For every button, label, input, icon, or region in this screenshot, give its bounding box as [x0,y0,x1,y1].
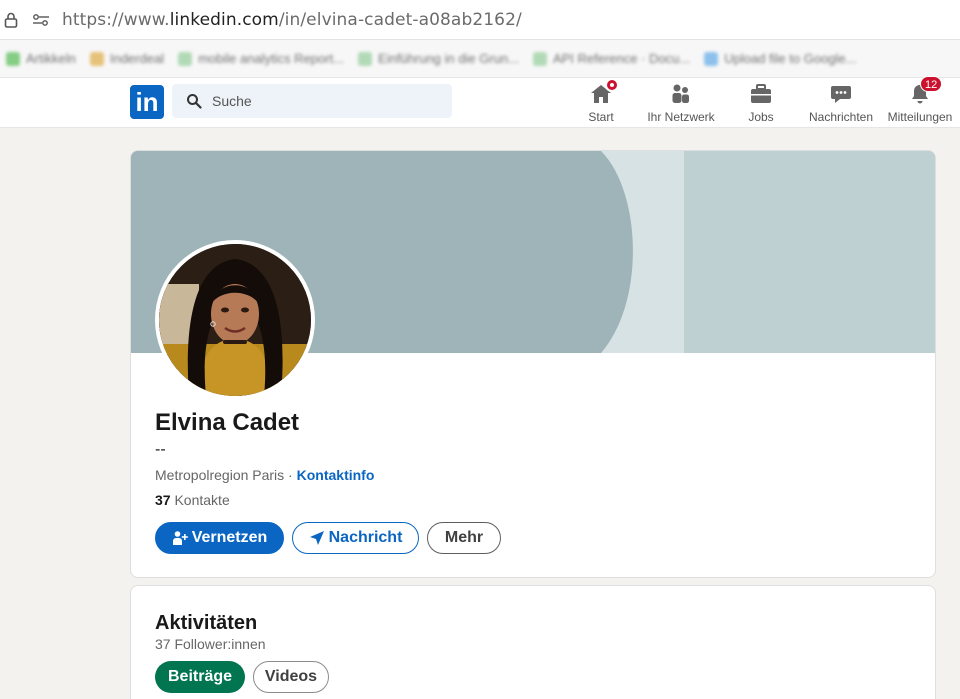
bookmark-favicon [89,51,104,66]
home-icon [589,78,619,106]
bookmark-item[interactable]: mobile analytics Report... [178,51,344,66]
contact-info-link[interactable]: Kontaktinfo [297,467,375,483]
more-button[interactable]: Mehr [427,522,501,554]
profile-actions: Vernetzen Nachricht Mehr [155,522,501,554]
lock-icon[interactable] [4,12,18,28]
linkedin-logo[interactable]: in [130,85,164,119]
profile-card: Elvina Cadet -- Metropolregion Paris · K… [130,150,936,578]
bookmark-item[interactable]: Einführung in die Grun... [358,51,519,66]
bookmark-favicon [358,51,373,66]
tab-posts[interactable]: Beiträge [155,661,245,693]
notification-dot [605,78,619,92]
profile-contacts[interactable]: 37 Kontakte [155,492,230,508]
message-button[interactable]: Nachricht [292,522,419,554]
bookmark-item[interactable]: Artikkeln [6,51,76,66]
follower-count: 37 Follower:innen [155,636,266,652]
bell-icon: 12 [908,76,943,106]
url-path: /in/elvina-cadet-a08ab2162/ [278,9,522,30]
nav-label: Jobs [748,110,774,124]
bookmark-label: Upload file to Google... [724,51,857,66]
profile-location: Metropolregion Paris · Kontaktinfo [155,467,374,483]
bookmark-favicon [532,51,547,66]
notification-count-badge: 12 [920,76,943,92]
bookmark-item[interactable]: Inderdeal [89,51,165,66]
bookmark-item[interactable]: Upload file to Google... [704,51,856,66]
search-icon [186,93,202,109]
search-box[interactable] [172,84,452,118]
nav-item-jobs[interactable]: Jobs [748,82,774,126]
more-button-label: Mehr [444,529,484,546]
bookmark-favicon [704,51,719,66]
bookmarks-bar: Artikkeln Inderdeal mobile analytics Rep… [0,40,960,78]
bookmark-label: mobile analytics Report... [198,51,345,66]
contacts-count: 37 [155,492,171,508]
profile-headline: -- [155,441,166,458]
briefcase-icon [749,82,773,106]
bookmark-label: Inderdeal [109,51,165,66]
send-icon [309,530,325,546]
search-input[interactable] [212,93,432,109]
add-person-icon [172,530,188,546]
nav-item-network[interactable]: Ihr Netzwerk [644,82,718,126]
bookmark-favicon [178,51,193,66]
url-text[interactable]: https://www.linkedin.com/in/elvina-cadet… [62,10,522,30]
nav-label: Start [588,110,614,124]
nav-item-start[interactable]: Start [587,78,619,126]
activity-title: Aktivitäten [155,612,258,634]
nav-item-messaging[interactable]: Nachrichten [806,82,876,126]
nav-label: Ihr Netzwerk [647,110,715,124]
global-nav: in Start Ihr Netzwerk Jobs Nachrichten [0,76,960,128]
site-settings-icon[interactable] [32,13,50,27]
connect-button-label: Vernetzen [191,529,268,546]
activity-card: Aktivitäten 37 Follower:innen Beiträge V… [130,585,936,699]
nav-label: Mitteilungen [887,110,953,124]
location-separator: · [284,467,297,483]
url-prefix: https://www. [62,9,170,30]
activity-tabs: Beiträge Videos [155,661,329,693]
network-icon [669,82,693,106]
profile-photo[interactable] [155,240,315,400]
browser-url-bar[interactable]: https://www.linkedin.com/in/elvina-cadet… [0,0,960,40]
tab-videos[interactable]: Videos [253,661,329,693]
contacts-label: Kontakte [170,492,230,508]
message-button-label: Nachricht [328,529,403,546]
nav-label: Nachrichten [808,110,874,124]
bookmark-label: Artikkeln [26,51,76,66]
connect-button[interactable]: Vernetzen [155,522,284,554]
messaging-icon [829,82,853,106]
bookmark-item[interactable]: API Reference · Docu... [532,51,691,66]
nav-item-notifications[interactable]: 12 Mitteilungen [884,76,956,126]
profile-name: Elvina Cadet [155,409,300,436]
bookmark-favicon [6,51,20,66]
location-text: Metropolregion Paris [155,467,285,483]
bookmark-label: API Reference · Docu... [552,51,691,66]
url-domain: linkedin.com [169,9,279,30]
bookmark-label: Einführung in die Grun... [378,51,519,66]
